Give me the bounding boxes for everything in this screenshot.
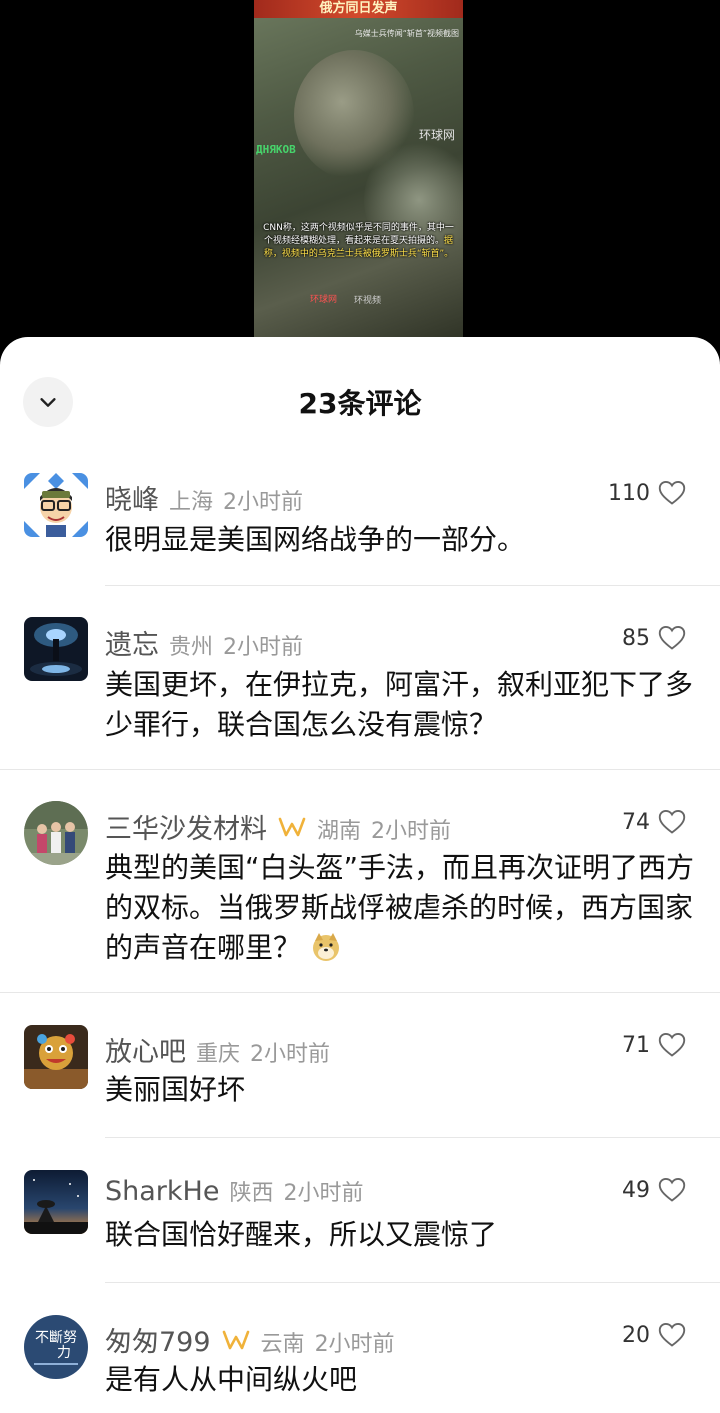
comment-author[interactable]: 匆匆799 (105, 1320, 211, 1359)
avatar[interactable] (24, 801, 88, 865)
comment-time: 2小时前 (314, 1332, 395, 1357)
like-count: 49 (622, 1177, 650, 1203)
avatar[interactable] (24, 473, 88, 537)
comment-sheet: 23条评论 晓峰 上海 2小时前 110 很明显是美国网络战争的一部分。 遗忘 … (0, 337, 720, 1413)
comment-text: 很明显是美国网络战争的一部分。 (105, 523, 526, 556)
heart-icon (658, 625, 686, 650)
comment-location: 重庆 (196, 1042, 241, 1067)
divider (105, 1137, 720, 1138)
avatar[interactable] (24, 617, 88, 681)
video-watermark: 环球网 (418, 128, 455, 142)
comment-text: 联合国恰好醒来，所以又震惊了 (105, 1218, 498, 1251)
avatar[interactable] (24, 1025, 88, 1089)
comment-author[interactable]: 晓峰 (105, 478, 159, 517)
comment-time: 2小时前 (223, 635, 304, 660)
comment-count-title: 23条评论 (298, 387, 422, 420)
comment-time: 2小时前 (223, 490, 304, 515)
like-button[interactable]: 74 (622, 809, 686, 835)
heart-icon (658, 1032, 686, 1057)
vip-badge-icon (222, 1330, 249, 1350)
like-button[interactable]: 85 (622, 625, 686, 651)
comment-meta: 遗忘 贵州 2小时前 (105, 623, 303, 662)
svg-text:力: 力 (57, 1345, 71, 1361)
comment-location: 云南 (260, 1332, 305, 1357)
vip-badge-icon (278, 817, 306, 837)
comment-author[interactable]: 三华沙发材料 (105, 807, 267, 846)
comment-text: 典型的美国“白头盔”手法，而且再次证明了西方的双标。当俄罗斯战俘被虐杀的时候，西… (105, 848, 695, 968)
comment-text: 美丽国好坏 (105, 1073, 246, 1106)
like-button[interactable]: 20 (622, 1322, 686, 1348)
comment-time: 2小时前 (283, 1181, 364, 1206)
video-banner: 俄方同日发声 (254, 0, 463, 18)
video-logo-secondary: 环视频 (354, 296, 382, 306)
divider (105, 1282, 720, 1283)
like-count: 85 (622, 625, 650, 651)
comment-author[interactable]: 放心吧 (105, 1030, 186, 1069)
like-button[interactable]: 71 (622, 1032, 686, 1058)
divider (0, 769, 720, 770)
comment-meta: 晓峰 上海 2小时前 (105, 478, 303, 517)
video-frame[interactable]: 俄方同日发声 乌媒士兵传闻“斩首”视频截图 环球网 ДНЯКОВ CNN称，这两… (254, 0, 463, 340)
video-subtag: 乌媒士兵传闻“斩首”视频截图 (354, 29, 459, 38)
like-count: 71 (622, 1032, 650, 1058)
avatar[interactable]: 不斷努 力 (24, 1315, 88, 1379)
like-button[interactable]: 49 (622, 1177, 686, 1203)
comment-meta: 匆匆799 云南 2小时前 (105, 1320, 395, 1359)
comment-text: 是有人从中间纵火吧 (105, 1363, 358, 1396)
like-button[interactable]: 110 (608, 480, 686, 506)
comment-time: 2小时前 (371, 819, 452, 844)
comment-meta: 三华沙发材料 湖南 2小时前 (105, 807, 451, 846)
video-side-text: ДНЯКОВ (256, 143, 296, 156)
video-caption-plain: CNN称，这两个视频似乎是不同的事件，其中一个视频经模糊处理，看起来是在夏天拍摄… (263, 223, 454, 246)
comment-location: 湖南 (317, 819, 362, 844)
comment-author[interactable]: SharkHe (105, 1176, 219, 1207)
like-count: 110 (608, 480, 650, 506)
video-player[interactable]: 俄方同日发声 乌媒士兵传闻“斩首”视频截图 环球网 ДНЯКОВ CNN称，这两… (0, 0, 720, 360)
comment-meta: 放心吧 重庆 2小时前 (105, 1030, 330, 1069)
like-count: 74 (622, 809, 650, 835)
avatar[interactable] (24, 1170, 88, 1234)
heart-icon (658, 1322, 686, 1347)
like-count: 20 (622, 1322, 650, 1348)
heart-icon (658, 480, 686, 505)
video-logo: 环球网 (310, 295, 338, 305)
comment-time: 2小时前 (250, 1042, 331, 1067)
comment-location: 上海 (169, 490, 214, 515)
comment-text-body: 典型的美国“白头盔”手法，而且再次证明了西方的双标。当俄罗斯战俘被虐杀的时候，西… (105, 851, 695, 964)
comment-author[interactable]: 遗忘 (105, 623, 159, 662)
comment-meta: SharkHe 陕西 2小时前 (105, 1175, 363, 1207)
divider (0, 992, 720, 993)
svg-text:不斷努: 不斷努 (35, 1330, 77, 1346)
doge-emoji-icon (312, 933, 339, 961)
video-caption: CNN称，这两个视频似乎是不同的事件，其中一个视频经模糊处理，看起来是在夏天拍摄… (260, 222, 457, 261)
comment-location: 陕西 (229, 1181, 274, 1206)
heart-icon (658, 1177, 686, 1202)
heart-icon (658, 809, 686, 834)
divider (105, 585, 720, 586)
comment-sheet-header: 23条评论 (0, 337, 720, 457)
comment-text: 美国更坏，在伊拉克，阿富汗，叙利亚犯下了多少罪行，联合国怎么没有震惊？ (105, 668, 694, 741)
comment-location: 贵州 (169, 635, 214, 660)
